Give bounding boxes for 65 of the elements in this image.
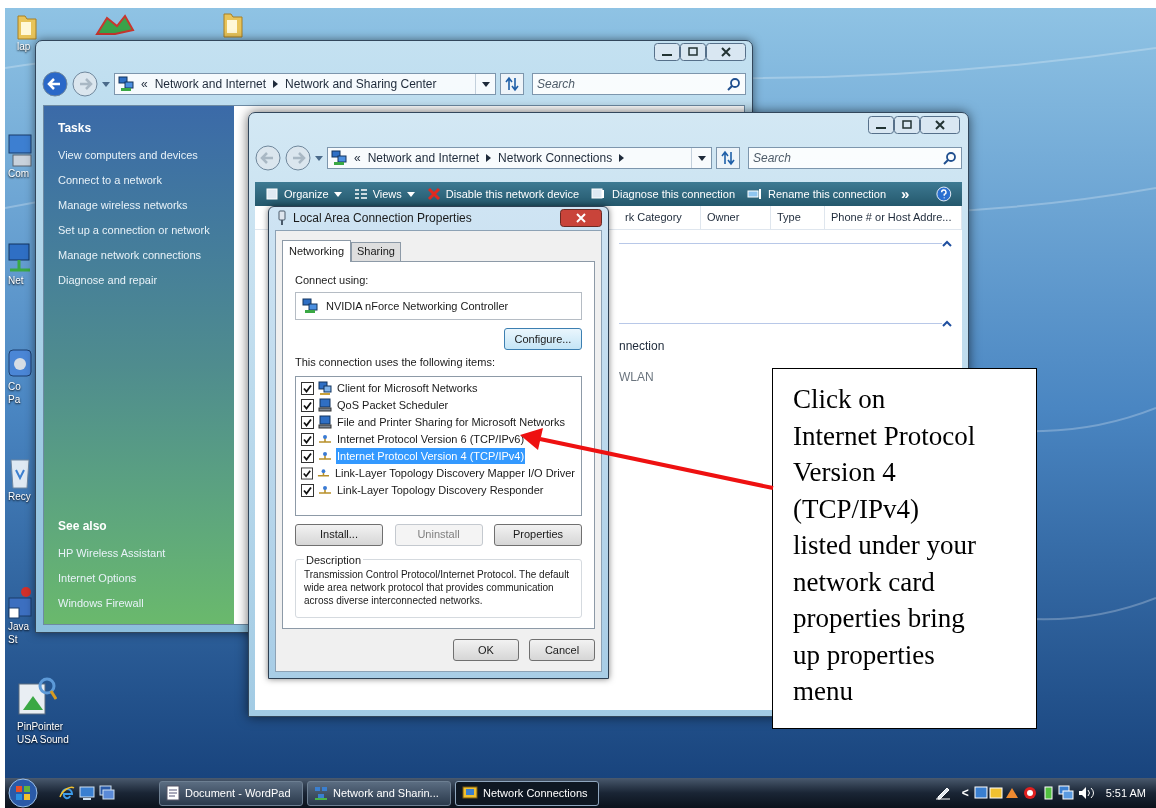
- configure-button[interactable]: Configure...: [504, 328, 582, 350]
- toolbar-button[interactable]: Diagnose this connection: [591, 185, 735, 203]
- cancel-button[interactable]: Cancel: [529, 639, 595, 661]
- icon-label: Pa: [8, 393, 21, 406]
- adapter-name: NVIDIA nForce Networking Controller: [326, 298, 509, 314]
- description-text: Transmission Control Protocol/Internet Protocol. The default wide area network protocol that provides communication across diverse interconnected networks.: [304, 568, 571, 607]
- clock[interactable]: 5:51 AM: [1105, 784, 1146, 802]
- group-label: Description: [305, 552, 363, 568]
- action-button[interactable]: Properties: [494, 523, 582, 546]
- breadcrumb-link[interactable]: Network and Sharing Center: [285, 75, 437, 93]
- toolbar-button[interactable]: Organize: [265, 185, 342, 203]
- tab[interactable]: Sharing: [351, 241, 401, 261]
- breadcrumb-link[interactable]: Network Connections: [498, 149, 613, 167]
- taskbar-button[interactable]: Network and Sharin...: [307, 780, 451, 806]
- show-hidden-icons-button[interactable]: <: [961, 784, 969, 802]
- icon-label: Net: [8, 274, 24, 287]
- column-header[interactable]: Phone # or Host Addre...: [825, 206, 962, 229]
- list-item[interactable]: Link-Layer Topology Discovery Responder: [336, 481, 545, 499]
- tab[interactable]: Networking: [282, 239, 352, 262]
- icon-label: PinPointer: [17, 720, 64, 733]
- column-header[interactable]: Owner: [701, 206, 771, 229]
- icon-label: lap: [17, 40, 31, 53]
- icon-label: Co: [8, 380, 21, 393]
- task-link[interactable]: View computers and devices: [58, 147, 198, 164]
- icon-label: St: [8, 633, 18, 646]
- address-bar[interactable]: « Network and Internet Network and Sharing Center: [114, 73, 496, 95]
- dialog-title: Local Area Connection Properties: [293, 210, 473, 228]
- icon-label: Recy: [8, 490, 31, 503]
- list-item[interactable]: Internet Protocol Version 6 (TCP/IPv6): [336, 430, 526, 448]
- list-item[interactable]: Link-Layer Topology Discovery Mapper I/O Driver: [333, 464, 576, 482]
- ok-button[interactable]: OK: [453, 639, 519, 661]
- taskbar-button[interactable]: Document - WordPad: [159, 780, 303, 806]
- field-label: Connect using:: [295, 272, 369, 288]
- more-button[interactable]: »: [898, 185, 913, 203]
- callout-text: Click on Internet Protocol Version 4 (TCP/IPv4) listed under your network card properties bring up properties menu: [793, 383, 977, 708]
- connection-name[interactable]: nnection: [619, 337, 665, 355]
- section-heading: Tasks: [58, 120, 93, 137]
- icon-label: Com: [8, 167, 30, 180]
- connection-detail: WLAN: [619, 369, 654, 386]
- icon-label: USA Sound: [17, 733, 69, 746]
- breadcrumb-link[interactable]: Network and Internet: [154, 75, 267, 93]
- section-heading: See also: [58, 518, 108, 535]
- list-item[interactable]: File and Printer Sharing for Microsoft Networks: [336, 413, 567, 431]
- list-item[interactable]: QoS Packet Scheduler: [336, 396, 450, 414]
- column-header[interactable]: rk Category: [619, 206, 701, 229]
- task-link[interactable]: Manage wireless networks: [58, 197, 188, 214]
- field-label: This connection uses the following items:: [295, 355, 495, 370]
- taskbar-button[interactable]: Network Connections: [455, 780, 599, 806]
- search-field[interactable]: Search: [748, 147, 962, 169]
- breadcrumb-link[interactable]: Network and Internet: [367, 149, 480, 167]
- task-link[interactable]: Manage network connections: [58, 247, 202, 264]
- search-field[interactable]: Search: [532, 73, 746, 95]
- task-link[interactable]: Set up a connection or network: [58, 222, 210, 239]
- task-link[interactable]: Diagnose and repair: [58, 272, 158, 289]
- overflow-mark[interactable]: «: [141, 75, 148, 93]
- icon-label: Java: [8, 620, 30, 633]
- toolbar-button[interactable]: Disable this network device: [426, 185, 580, 203]
- toolbar-button[interactable]: Rename this connection: [747, 185, 887, 203]
- list-item[interactable]: Client for Microsoft Networks: [336, 379, 479, 397]
- column-header[interactable]: Type: [771, 206, 825, 229]
- action-button[interactable]: Install...: [295, 523, 383, 546]
- address-bar[interactable]: « Network and Internet Network Connections: [327, 147, 712, 169]
- overflow-mark[interactable]: «: [354, 149, 361, 167]
- toolbar-button[interactable]: Views: [353, 185, 415, 203]
- task-link[interactable]: Connect to a network: [58, 172, 162, 189]
